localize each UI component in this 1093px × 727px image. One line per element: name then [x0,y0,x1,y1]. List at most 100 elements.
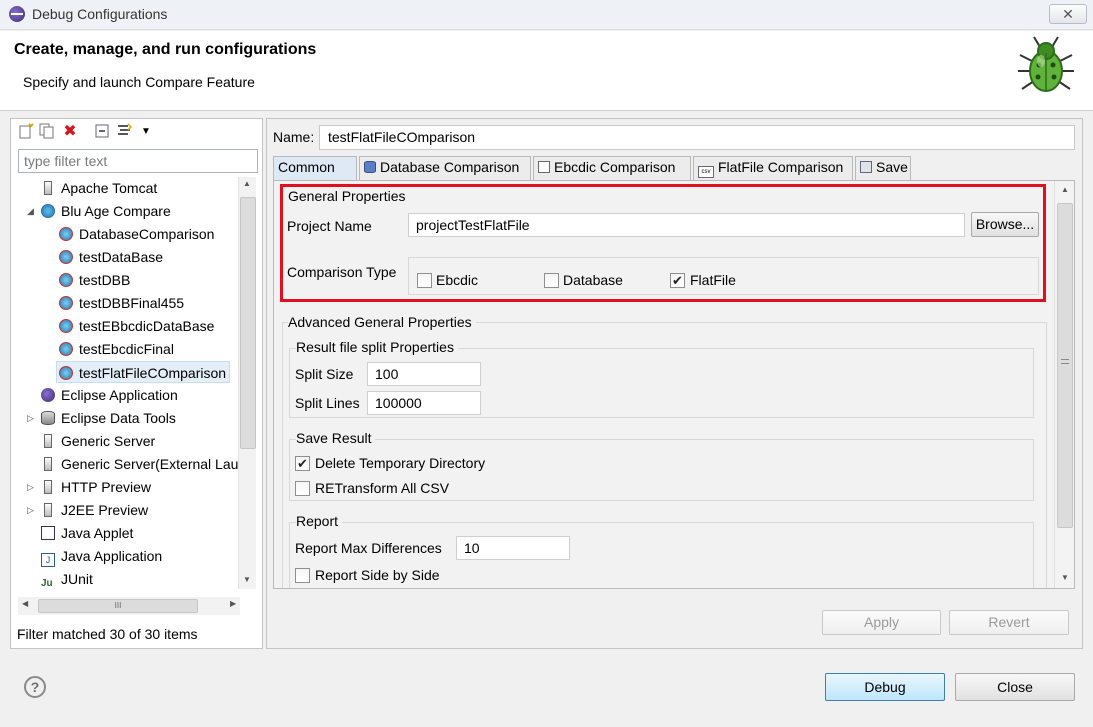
content-vertical-scrollbar[interactable]: ▲ ▼ [1054,181,1074,588]
tree-item[interactable]: DatabaseComparison [59,223,214,245]
browse-button[interactable]: Browse... [971,212,1039,237]
report-max-differences-field[interactable]: 10 [456,536,570,560]
help-icon[interactable]: ? [24,676,46,698]
tree-item-label: Generic Server(External Lau [61,456,239,472]
tree-item[interactable]: testDBBFinal455 [59,292,184,314]
tab-common-label: Common [278,159,335,175]
delete-icon[interactable]: ✖ [61,123,79,141]
comparison-type-label: Comparison Type [287,264,397,280]
tab-save[interactable]: Save [855,156,911,180]
server-icon [44,480,52,494]
content-scroll-down-icon[interactable]: ▼ [1061,573,1069,582]
collapsed-arrow-icon[interactable]: ▷ [27,482,34,493]
tree-item[interactable]: Ju JUnit [41,568,93,589]
name-field[interactable]: testFlatFileCOmparison [319,125,1075,150]
tree-item[interactable]: Blu Age Compare [41,200,171,222]
debug-bug-icon [1018,36,1074,92]
split-size-field[interactable]: 100 [367,362,481,386]
tree-vertical-scroll-thumb[interactable] [240,197,256,449]
eclipse-debug-icon [9,6,25,22]
tab-common[interactable]: Common [273,156,357,180]
configuration-list-panel: ✖ ▼ type filter text Apache Tomcat Blu Ag… [10,118,263,649]
delete-temporary-directory-label: Delete Temporary Directory [315,455,486,471]
tab-flatfile-comparison[interactable]: csv FlatFile Comparison [693,156,853,180]
advanced-properties-title: Advanced General Properties [288,314,476,330]
server-icon [44,457,52,471]
tree-item-label: Eclipse Application [61,387,178,403]
tab-database-comparison-label: Database Comparison [380,159,520,175]
collapsed-arrow-icon[interactable]: ▷ [27,505,34,516]
content-scroll-thumb[interactable] [1057,203,1073,528]
tree-item[interactable]: Apache Tomcat [41,177,157,199]
tree-horizontal-scrollbar[interactable]: ◀ III ▶ [18,597,240,615]
collapsed-arrow-icon[interactable]: ▷ [27,413,34,424]
ebcdic-checkbox[interactable] [417,273,432,288]
project-name-field[interactable]: projectTestFlatFile [408,213,965,237]
dialog-title: Create, manage, and run configurations [14,41,317,58]
split-size-label: Split Size [295,366,354,382]
eclipse-icon [41,388,55,402]
split-lines-field[interactable]: 100000 [367,391,481,415]
database-icon [41,411,55,425]
duplicate-icon[interactable] [38,123,56,141]
flatfile-checkbox[interactable]: ✔ [670,273,685,288]
tree-horizontal-scroll-thumb[interactable]: III [38,599,198,613]
collapse-all-icon[interactable] [93,123,111,141]
tree-item[interactable]: testDBB [59,269,130,291]
server-icon [44,181,52,195]
server-icon [44,503,52,517]
tree-item[interactable]: testEbcdicFinal [59,338,174,360]
filter-input[interactable]: type filter text [18,149,258,173]
tree-item-label: Blu Age Compare [61,203,171,219]
document-tab-icon [538,161,550,173]
apply-button[interactable]: Apply [822,610,941,635]
tree-item-label: testDataBase [79,249,164,265]
tree-item[interactable]: Eclipse Data Tools [41,407,176,429]
tree-item[interactable]: Generic Server [41,430,155,452]
tree-item[interactable]: testFlatFileCOmparison [56,361,231,383]
tree-vertical-scrollbar[interactable]: ▲ ▼ [238,177,256,589]
tree-item-label: Java Applet [61,525,134,541]
retransform-all-csv-checkbox[interactable] [295,481,310,496]
tree-item[interactable]: J Java Application [41,545,162,567]
flatfile-option-label: FlatFile [690,272,736,288]
scroll-down-icon[interactable]: ▼ [243,575,251,584]
scroll-right-icon[interactable]: ▶ [230,599,236,608]
tree-item[interactable]: Java Applet [41,522,133,544]
revert-button[interactable]: Revert [949,610,1069,635]
tree-item[interactable]: HTTP Preview [41,476,151,498]
tree-item[interactable]: Eclipse Application [41,384,178,406]
tree-item[interactable]: testEBbcdicDataBase [59,315,214,337]
compare-config-icon [59,250,73,264]
debug-button[interactable]: Debug [825,673,945,701]
dialog-subtitle: Specify and launch Compare Feature [23,74,255,90]
csv-tab-icon: csv [698,166,714,178]
database-tab-icon [364,161,376,173]
expanded-arrow-icon[interactable]: ◢ [27,206,34,217]
report-side-by-side-checkbox[interactable] [295,568,310,583]
ebcdic-option-label: Ebcdic [436,272,479,288]
content-scroll-up-icon[interactable]: ▲ [1061,185,1069,194]
compare-config-icon [59,319,73,333]
window-close-button[interactable]: ✕ [1049,4,1087,24]
configuration-tree: Apache Tomcat Blu Age Compare ◢ DatabaseCom… [11,177,241,589]
compare-icon [41,204,55,218]
scroll-up-icon[interactable]: ▲ [243,179,251,188]
filter-icon[interactable] [115,123,133,141]
tree-item[interactable]: Generic Server(External Lau [41,453,238,475]
view-menu-icon[interactable]: ▼ [137,123,155,141]
tab-ebcdic-comparison[interactable]: Ebcdic Comparison [533,156,691,180]
database-checkbox[interactable] [544,273,559,288]
delete-temporary-directory-checkbox[interactable]: ✔ [295,456,310,471]
junit-icon: Ju [41,578,53,589]
compare-config-icon [59,366,73,380]
close-button[interactable]: Close [955,673,1075,701]
tree-item-label: Apache Tomcat [61,180,158,196]
tab-database-comparison[interactable]: Database Comparison [359,156,531,180]
tree-item[interactable]: testDataBase [59,246,163,268]
java-app-icon: J [41,553,55,567]
scroll-left-icon[interactable]: ◀ [22,599,28,608]
compare-config-icon [59,273,73,287]
tree-item[interactable]: J2EE Preview [41,499,148,521]
new-configuration-icon[interactable] [17,123,35,141]
